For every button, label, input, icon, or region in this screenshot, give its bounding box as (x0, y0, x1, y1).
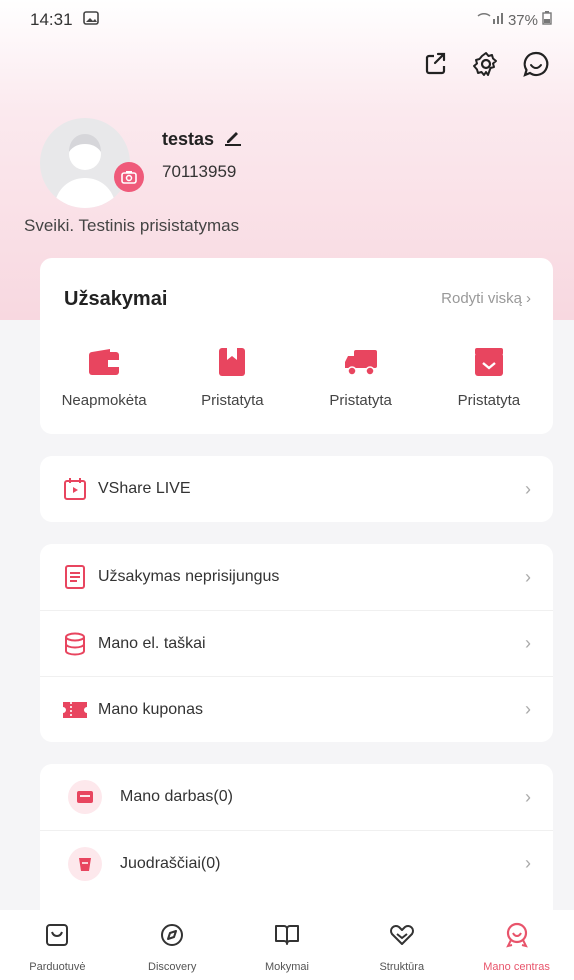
offline-order-row[interactable]: Užsakymas neprisijungus › (40, 544, 553, 610)
database-icon (62, 631, 88, 657)
gallery-notification-icon (82, 10, 99, 30)
profile-block: testas 70113959 (40, 118, 540, 208)
view-all-orders-link[interactable]: Rodyti viską › (441, 290, 531, 307)
username-row: testas (162, 128, 242, 151)
tab-store[interactable]: Parduotuvė (7, 922, 107, 973)
order-status-label: Pristatyta (457, 392, 521, 409)
view-all-label: Rodyti viską (441, 290, 522, 307)
camera-icon[interactable] (114, 162, 144, 192)
my-work-row[interactable]: Mano darbas(0) › (40, 764, 553, 830)
order-status-label: Neapmokėta (61, 392, 147, 409)
chevron-right-icon: › (526, 290, 531, 307)
book-icon (274, 922, 300, 951)
order-status-delivered-3[interactable]: Pristatyta (425, 344, 553, 409)
order-status-label: Pristatyta (201, 392, 264, 409)
profile-center-icon (504, 922, 530, 951)
share-icon[interactable] (422, 50, 450, 78)
tab-label: Mano centras (483, 961, 550, 973)
compass-icon (159, 922, 185, 951)
username: testas (162, 129, 215, 149)
order-status-unpaid[interactable]: Neapmokėta (40, 344, 168, 409)
chevron-right-icon: › (525, 786, 531, 807)
structure-icon (389, 922, 415, 951)
orders-card: Užsakymai Rodyti viską › Neapmokėta Pris… (40, 258, 553, 434)
tab-training[interactable]: Mokymai (237, 922, 337, 973)
tab-label: Struktūra (379, 961, 425, 973)
row-label: Užsakymas neprisijungus (98, 568, 280, 585)
battery-icon (542, 11, 552, 29)
points-row[interactable]: Mano el. taškai › (40, 610, 553, 676)
chevron-right-icon: › (525, 699, 531, 719)
package-icon (471, 344, 507, 380)
status-time: 14:31 (30, 10, 73, 29)
tab-label: Discovery (148, 961, 197, 973)
order-status-delivered-1[interactable]: Pristatyta (168, 344, 296, 409)
tab-my-center[interactable]: Mano centras (467, 922, 567, 973)
drafts-row[interactable]: Juodraščiai(0) › (40, 830, 553, 896)
tab-label: Mokymai (264, 961, 309, 973)
work-icon (68, 780, 102, 814)
live-card: VShare LIVE › (40, 456, 553, 522)
row-label: Juodraščiai(0) (120, 854, 221, 872)
wallet-icon (86, 344, 122, 380)
bottom-tab-bar: Parduotuvė Discovery Mokymai Struktūra M… (0, 910, 574, 980)
drafts-cup-icon (68, 846, 102, 881)
wifi-signal-icon (476, 11, 504, 29)
row-label: Mano darbas(0) (120, 788, 233, 805)
store-icon (44, 922, 70, 951)
battery-percent: 37% (507, 11, 538, 29)
order-status-delivered-2[interactable]: Pristatyta (297, 344, 425, 409)
row-label: Mano kuponas (98, 700, 203, 718)
truck-icon (343, 344, 379, 380)
account-menu-card: Užsakymas neprisijungus › Mano el. taška… (40, 544, 553, 742)
settings-gear-icon[interactable] (472, 50, 500, 78)
chevron-right-icon: › (525, 633, 531, 653)
row-label: Mano el. taškai (98, 634, 206, 652)
avatar[interactable] (40, 118, 130, 208)
profile-bio: Sveiki. Testinis prisistatymas (24, 216, 240, 235)
ticket-icon (62, 697, 88, 723)
content-menu-card: Mano darbas(0) › Juodraščiai(0) › (40, 764, 553, 934)
header-actions (422, 50, 550, 78)
bookmark-box-icon (214, 344, 250, 380)
chat-bubble-icon[interactable] (522, 50, 550, 78)
coupon-row[interactable]: Mano kuponas › (40, 676, 553, 742)
status-bar: 14:31 37% (0, 0, 574, 40)
orders-title: Užsakymai (64, 288, 168, 310)
order-status-label: Pristatyta (329, 392, 392, 409)
user-id: 70113959 (162, 162, 237, 181)
vshare-live-row[interactable]: VShare LIVE › (40, 456, 553, 522)
chevron-right-icon: › (525, 566, 531, 587)
edit-pencil-icon[interactable] (224, 128, 242, 151)
row-label: VShare LIVE (98, 480, 191, 497)
document-icon (62, 564, 88, 590)
chevron-right-icon: › (525, 478, 531, 499)
chevron-right-icon: › (525, 853, 531, 873)
tab-label: Parduotuvė (29, 961, 86, 973)
tab-structure[interactable]: Struktūra (352, 922, 452, 973)
tab-discovery[interactable]: Discovery (122, 922, 222, 973)
live-calendar-icon (62, 476, 88, 502)
